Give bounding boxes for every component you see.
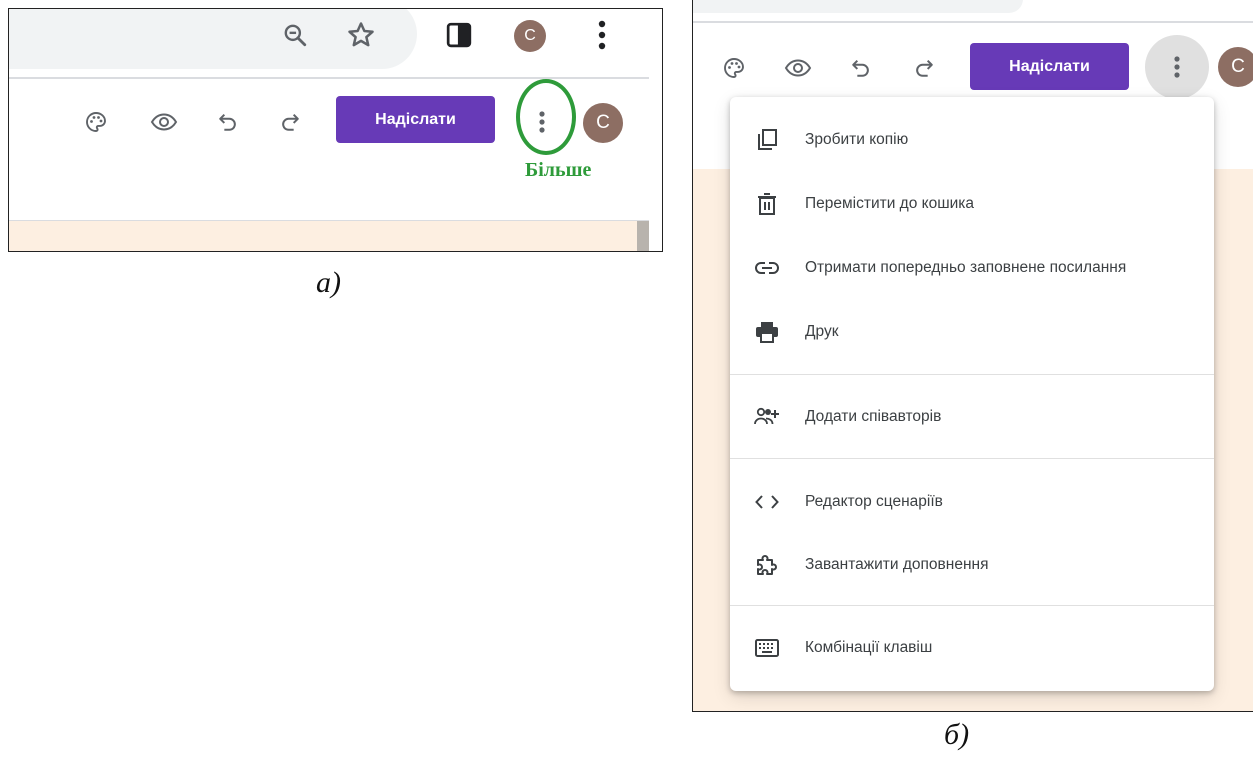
redo-icon[interactable]: [909, 53, 939, 83]
profile-avatar[interactable]: C: [583, 103, 623, 143]
menu-divider: [730, 374, 1214, 375]
menu-item-label: Зробити копію: [805, 131, 909, 148]
menu-item-add-collaborators[interactable]: Додати співавторів: [730, 392, 1214, 442]
send-button[interactable]: Надіслати: [336, 96, 495, 143]
caption-a: а): [316, 266, 341, 299]
menu-item-get-addons[interactable]: Завантажити доповнення: [730, 540, 1214, 590]
menu-item-move-to-trash[interactable]: Перемістити до кошика: [730, 179, 1214, 229]
puzzle-icon: [752, 550, 782, 580]
address-bar[interactable]: [693, 0, 1023, 13]
code-icon: [752, 487, 782, 517]
highlight-ellipse: [516, 79, 576, 155]
menu-item-label: Отримати попередньо заповнене посилання: [805, 259, 1127, 276]
undo-icon[interactable]: [846, 53, 876, 83]
eye-icon[interactable]: [147, 107, 181, 137]
more-options-menu: Зробити копію Перемістити до кошика Отри…: [730, 97, 1214, 691]
add-people-icon: [752, 402, 782, 432]
send-button[interactable]: Надіслати: [970, 43, 1129, 90]
menu-item-label: Комбінації клавіш: [805, 639, 933, 656]
screenshot-panel-a: C Надіслати Більше C: [8, 8, 663, 252]
bookmark-star-icon[interactable]: [341, 15, 381, 55]
avatar-letter: C: [524, 27, 536, 44]
divider: [693, 21, 1253, 23]
menu-item-label: Додати співавторів: [805, 408, 942, 425]
caption-b: б): [944, 718, 970, 751]
menu-item-label: Завантажити доповнення: [805, 556, 989, 573]
side-panel-icon[interactable]: [441, 17, 477, 53]
zoom-out-icon[interactable]: [277, 17, 313, 53]
avatar-letter: C: [596, 112, 610, 133]
avatar-letter: C: [1231, 56, 1245, 77]
menu-item-label: Редактор сценаріїв: [805, 493, 943, 510]
link-icon: [752, 253, 782, 283]
menu-item-make-copy[interactable]: Зробити копію: [730, 115, 1214, 165]
menu-item-keyboard-shortcuts[interactable]: Комбінації клавіш: [730, 623, 1214, 673]
menu-divider: [730, 605, 1214, 606]
print-icon: [752, 317, 782, 347]
palette-icon[interactable]: [81, 107, 111, 137]
menu-item-prefilled-link[interactable]: Отримати попередньо заповнене посилання: [730, 243, 1214, 293]
more-annotation: Більше: [525, 159, 592, 181]
menu-item-label: Перемістити до кошика: [805, 195, 975, 212]
more-options-icon[interactable]: [1163, 51, 1191, 83]
form-canvas: [9, 221, 637, 251]
trash-icon: [752, 189, 782, 219]
menu-divider: [730, 458, 1214, 459]
vertical-dots-icon[interactable]: [587, 15, 617, 55]
profile-avatar[interactable]: C: [514, 20, 546, 52]
copy-icon: [752, 125, 782, 155]
scrollbar[interactable]: [637, 221, 649, 251]
palette-icon[interactable]: [719, 53, 749, 83]
undo-icon[interactable]: [213, 107, 243, 137]
menu-item-print[interactable]: Друк: [730, 307, 1214, 357]
profile-avatar[interactable]: C: [1218, 47, 1253, 87]
redo-icon[interactable]: [275, 107, 305, 137]
eye-icon[interactable]: [781, 53, 815, 83]
keyboard-icon: [752, 633, 782, 663]
menu-item-label: Друк: [805, 323, 839, 340]
menu-item-script-editor[interactable]: Редактор сценаріїв: [730, 477, 1214, 527]
screenshot-panel-b: Надіслати C Зробити копію Перемістити до…: [692, 0, 1253, 712]
